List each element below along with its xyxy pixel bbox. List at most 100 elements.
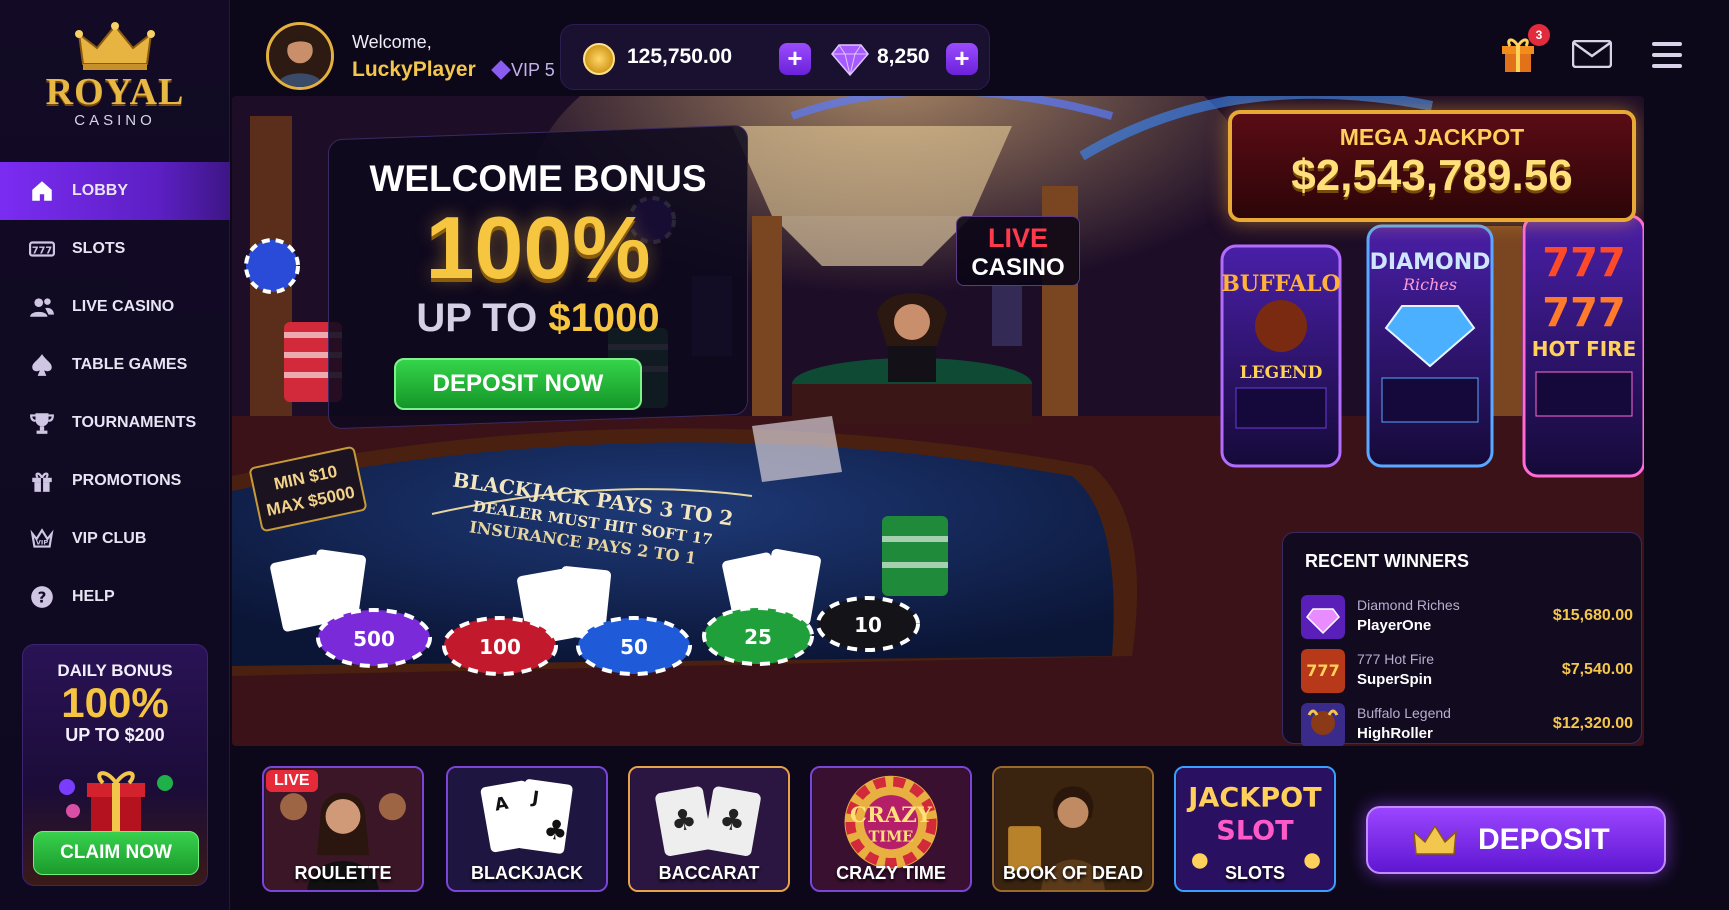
mail-icon[interactable] xyxy=(1572,40,1612,68)
gift-box-icon xyxy=(59,771,173,831)
deposit-button[interactable]: DEPOSIT xyxy=(1366,806,1666,874)
gem-balance: 8,250 xyxy=(877,45,930,68)
daily-bonus-upto: UP TO $200 xyxy=(65,725,165,745)
game-tile-baccarat[interactable]: ♣ ♣ BACCARAT xyxy=(628,766,790,892)
svg-text:25: 25 xyxy=(744,625,772,649)
svg-text:777: 777 xyxy=(1542,290,1626,336)
svg-text:777: 777 xyxy=(1306,661,1339,680)
game-tile-label: CRAZY TIME xyxy=(836,863,946,883)
daily-bonus-title: DAILY BONUS xyxy=(57,661,173,680)
game-tile-label: ROULETTE xyxy=(294,863,392,883)
svg-text:HOT FIRE: HOT FIRE xyxy=(1532,337,1637,361)
jackpot-amount: $2,543,789.56 xyxy=(1291,151,1573,200)
game-tiles: LIVE ROULETTE A J ♣ BLACKJACK ♣ ♣ BACCAR… xyxy=(262,766,1342,896)
casino-app: ROYAL CASINO LOBBY 777 SLOTS LIVE CASINO… xyxy=(0,0,1729,910)
svg-text:VIP: VIP xyxy=(36,538,48,546)
trophy-icon xyxy=(26,407,58,439)
upto-text: UP TO xyxy=(416,296,538,340)
deposit-label: DEPOSIT xyxy=(1478,823,1610,856)
winner-row[interactable]: Diamond Riches PlayerOne $15,680.00 xyxy=(1301,591,1633,643)
live-sign-line1: LIVE xyxy=(987,223,1048,253)
svg-text:CRAZY: CRAZY xyxy=(850,803,933,828)
winner-game: Diamond Riches xyxy=(1357,597,1460,613)
gift-icon xyxy=(26,465,58,497)
nav-item-help[interactable]: ? HELP xyxy=(0,568,230,626)
slots-icon: 777 xyxy=(26,233,58,265)
svg-text:LEGEND: LEGEND xyxy=(1240,363,1323,383)
nav-label: SLOTS xyxy=(72,240,126,257)
hot-fire-thumb-icon: 777 xyxy=(1301,649,1345,693)
gem-icon xyxy=(831,44,869,77)
svg-text:JACKPOT: JACKPOT xyxy=(1186,783,1322,814)
nav-item-slots[interactable]: 777 SLOTS xyxy=(0,220,230,278)
mega-jackpot-banner: MEGA JACKPOT $2,543,789.56 xyxy=(1228,110,1636,222)
nav-label: VIP CLUB xyxy=(72,530,147,547)
username[interactable]: LuckyPlayer xyxy=(352,58,476,82)
svg-text:100: 100 xyxy=(479,635,521,659)
winner-amount: $7,540.00 xyxy=(1561,661,1633,678)
claim-now-button[interactable]: CLAIM NOW xyxy=(33,831,199,875)
main-nav: LOBBY 777 SLOTS LIVE CASINO TABLE GAMES … xyxy=(0,162,230,626)
nav-item-live-casino[interactable]: LIVE CASINO xyxy=(0,278,230,336)
avatar[interactable] xyxy=(266,22,334,90)
welcome-text: Welcome, xyxy=(352,32,432,52)
menu-icon[interactable] xyxy=(1650,40,1684,70)
nav-label: TOURNAMENTS xyxy=(72,414,197,431)
winner-user: HighRoller xyxy=(1357,725,1433,742)
nav-item-promotions[interactable]: PROMOTIONS xyxy=(0,452,230,510)
winner-amount: $15,680.00 xyxy=(1552,607,1633,624)
vip-label: VIP 5 xyxy=(511,60,555,80)
add-coins-button[interactable]: + xyxy=(779,43,811,75)
users-icon xyxy=(26,291,58,323)
nav-label: LOBBY xyxy=(72,182,128,199)
live-sign-line2: CASINO xyxy=(971,254,1065,281)
daily-bonus-card: DAILY BONUS 100% UP TO $200 CLAIM NOW xyxy=(22,644,208,886)
svg-text:DIAMOND: DIAMOND xyxy=(1370,250,1491,275)
svg-text:50: 50 xyxy=(620,635,648,659)
brand-name: ROYAL xyxy=(45,71,185,113)
game-tile-roulette[interactable]: LIVE ROULETTE xyxy=(262,766,424,892)
nav-item-lobby[interactable]: LOBBY xyxy=(0,162,230,220)
sidebar: ROYAL CASINO LOBBY 777 SLOTS LIVE CASINO… xyxy=(0,0,230,910)
logo[interactable]: ROYAL CASINO xyxy=(0,22,230,129)
svg-text:10: 10 xyxy=(854,613,882,637)
svg-text:SLOT: SLOT xyxy=(1216,816,1294,847)
winner-row[interactable]: 777 777 Hot Fire SuperSpin $7,540.00 xyxy=(1301,645,1633,697)
winner-row[interactable]: Buffalo Legend HighRoller $12,320.00 xyxy=(1301,699,1633,746)
nav-item-table-games[interactable]: TABLE GAMES xyxy=(0,336,230,394)
nav-label: PROMOTIONS xyxy=(72,472,182,489)
nav-item-tournaments[interactable]: TOURNAMENTS xyxy=(0,394,230,452)
game-tile-label: BLACKJACK xyxy=(471,863,583,883)
upto-amount: $1000 xyxy=(548,296,660,340)
daily-bonus-percent: 100% xyxy=(61,679,169,726)
nav-label: LIVE CASINO xyxy=(72,298,175,315)
game-tile-book-of-dead[interactable]: BOOK OF DEAD xyxy=(992,766,1154,892)
svg-text:?: ? xyxy=(38,588,47,606)
live-casino-sign: LIVE CASINO xyxy=(956,216,1080,286)
crown-icon xyxy=(75,22,155,70)
top-bar: Welcome, LuckyPlayer VIP 5 125,750.00 + … xyxy=(230,0,1729,100)
spade-icon xyxy=(26,349,58,381)
game-tile-slots[interactable]: JACKPOT SLOT SLOTS xyxy=(1174,766,1336,892)
wallet-bar: 125,750.00 + 8,250 + xyxy=(560,24,990,90)
game-tile-crazy-time[interactable]: CRAZY TIME CRAZY TIME xyxy=(810,766,972,892)
vip-level: VIP 5 xyxy=(491,60,555,81)
add-gems-button[interactable]: + xyxy=(946,43,978,75)
svg-text:TIME: TIME xyxy=(869,829,914,846)
vip-diamond-icon xyxy=(491,60,511,80)
nav-item-vip-club[interactable]: VIP VIP CLUB xyxy=(0,510,230,568)
hero-banner: BUFFALO LEGEND DIAMOND Riches 777 777 HO… xyxy=(232,96,1644,746)
welcome-bonus-title: WELCOME BONUS xyxy=(369,158,707,199)
winner-game: Buffalo Legend xyxy=(1357,705,1451,721)
recent-winners-panel: RECENT WINNERS Diamond Riches PlayerOne … xyxy=(1282,532,1642,746)
game-tile-label: BACCARAT xyxy=(658,863,760,883)
svg-text:500: 500 xyxy=(353,627,395,651)
game-tile-blackjack[interactable]: A J ♣ BLACKJACK xyxy=(446,766,608,892)
nav-label: TABLE GAMES xyxy=(72,356,188,373)
brand-sub: CASINO xyxy=(74,112,156,129)
deposit-now-button[interactable]: DEPOSIT NOW xyxy=(394,358,642,410)
notification-badge: 3 xyxy=(1528,24,1550,46)
welcome-bonus-upto: UP TO $1000 xyxy=(328,296,748,341)
svg-text:♣: ♣ xyxy=(541,814,569,848)
game-tile-label: BOOK OF DEAD xyxy=(1002,863,1143,883)
